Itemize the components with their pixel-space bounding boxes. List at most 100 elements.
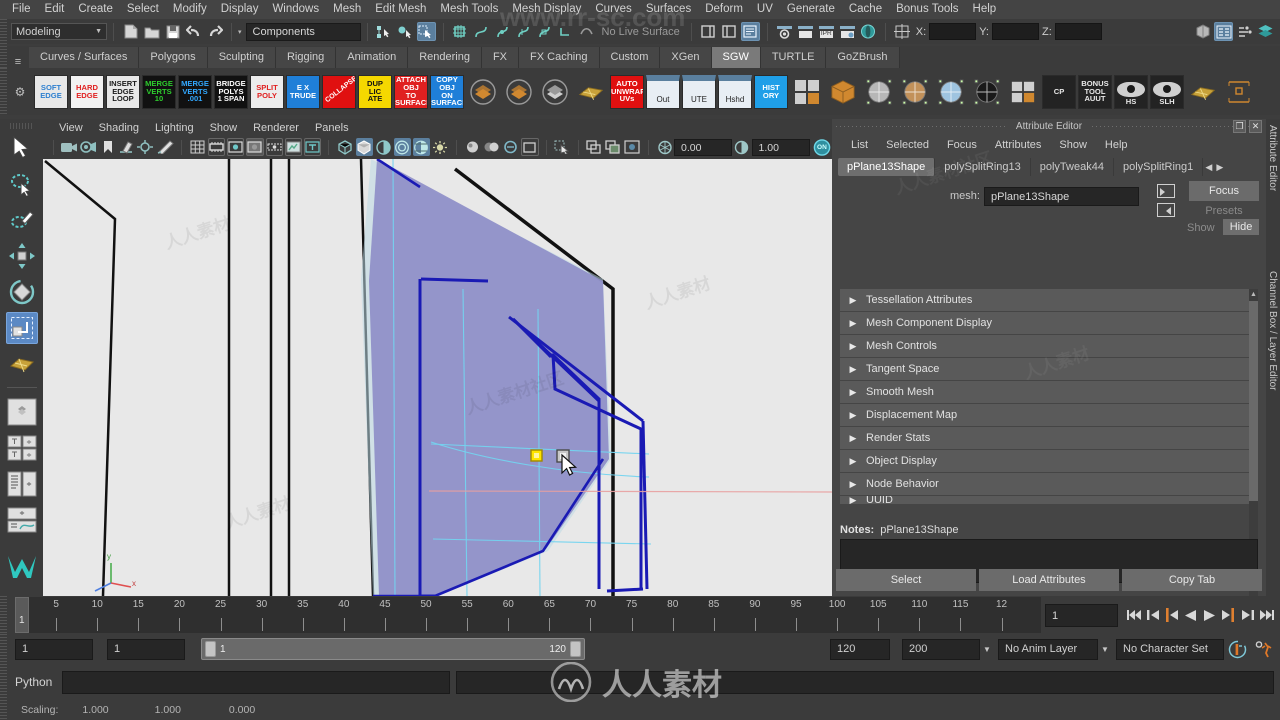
snap-view-plane-icon[interactable] [535, 22, 554, 41]
attribute-section-render-stats[interactable]: ▶ Render Stats [840, 427, 1249, 449]
shelf-tab-polygons[interactable]: Polygons [139, 47, 208, 68]
step-forward-keyframe-icon[interactable] [1238, 605, 1257, 625]
blinn-material-icon[interactable] [934, 75, 968, 109]
motion-blur-icon[interactable] [483, 138, 500, 156]
cube-primitive-icon[interactable] [826, 75, 860, 109]
image-plane-icon[interactable] [118, 138, 135, 156]
load-node-left-icon[interactable] [1157, 184, 1175, 198]
outliner-button[interactable]: Out [646, 74, 680, 109]
expand-triangle-icon[interactable]: ▶ [840, 318, 866, 329]
range-bar[interactable]: 1 120 [201, 638, 585, 660]
shelf-tab-sgw[interactable]: SGW [711, 47, 761, 68]
select-camera-icon[interactable] [61, 138, 78, 156]
shelf-tab-custom[interactable]: Custom [599, 47, 661, 68]
menu-item-windows[interactable]: Windows [265, 0, 326, 19]
undo-icon[interactable] [184, 22, 203, 41]
time-slider-gripper[interactable] [0, 596, 7, 634]
quad-draw-icon[interactable] [1006, 75, 1040, 109]
xray-active-components-icon[interactable] [624, 138, 641, 156]
grid-toggle-icon[interactable] [189, 138, 206, 156]
chevron-down-icon[interactable]: ▾ [238, 28, 246, 36]
attribute-section-tangent-space[interactable]: ▶ Tangent Space [840, 358, 1249, 380]
menu-item-generate[interactable]: Generate [780, 0, 842, 19]
tab-scroll-left-icon[interactable]: ◀ [1203, 162, 1214, 173]
expand-triangle-icon[interactable]: ▶ [840, 364, 866, 375]
menu-item-deform[interactable]: Deform [698, 0, 750, 19]
persp-graph-layout[interactable] [6, 504, 38, 536]
ae-tab-polytweak44[interactable]: polyTweak44 [1031, 158, 1114, 176]
attribute-section-object-display[interactable]: ▶ Object Display [840, 450, 1249, 472]
range-start-handle[interactable] [205, 641, 216, 657]
current-frame-field[interactable]: 1 [1045, 603, 1118, 627]
chevron-down-icon[interactable]: ▼ [1098, 645, 1112, 654]
safe-title-icon[interactable] [304, 138, 322, 156]
uv-layout-icon[interactable] [574, 75, 608, 109]
shelf-menu-icon[interactable]: ≡ [7, 56, 29, 68]
textured-icon[interactable] [393, 138, 411, 156]
shelf-icons-gripper[interactable] [0, 68, 7, 115]
bonus-tool-auut-button[interactable]: BONUS TOOL AUUT [1078, 74, 1112, 109]
safe-action-icon[interactable] [284, 138, 303, 156]
step-back-frame-icon[interactable] [1162, 605, 1181, 625]
scrollbar-thumb[interactable] [1249, 301, 1258, 501]
insert-edge-loop-button[interactable]: INSERT EDGE LOOP [106, 74, 140, 109]
film-origin-icon[interactable] [265, 138, 283, 156]
exposure-icon[interactable] [656, 138, 673, 156]
attribute-section-tessellation-attributes[interactable]: ▶ Tessellation Attributes [840, 289, 1249, 311]
merge-verts-10-button[interactable]: MERGE VERTS 10 [142, 74, 176, 109]
paint-select-tool[interactable] [6, 204, 38, 236]
select-object-icon[interactable] [396, 22, 415, 41]
menu-item-mesh-display[interactable]: Mesh Display [505, 0, 588, 19]
step-forward-frame-icon[interactable] [1219, 605, 1238, 625]
viewport-menu-renderer[interactable]: Renderer [245, 122, 307, 134]
tab-scroll-right-icon[interactable]: ▶ [1214, 162, 1225, 173]
two-d-pan-zoom-icon[interactable] [137, 138, 154, 156]
gamma-icon[interactable] [733, 138, 750, 156]
hs-eye-button[interactable]: HS [1114, 74, 1148, 109]
ae-menu-selected[interactable]: Selected [877, 139, 938, 151]
menu-item-create[interactable]: Create [71, 0, 120, 19]
input-z-field[interactable] [1054, 23, 1102, 40]
expand-triangle-icon[interactable]: ▶ [840, 456, 866, 467]
grease-pencil-icon[interactable] [156, 138, 174, 156]
multisample-icon[interactable] [502, 138, 519, 156]
exposure-field[interactable]: 0.00 [674, 138, 733, 156]
go-to-start-icon[interactable] [1124, 605, 1143, 625]
show-hide-sidebar-left-icon[interactable] [699, 22, 718, 41]
attribute-section-mesh-controls[interactable]: ▶ Mesh Controls [840, 335, 1249, 357]
character-set-field[interactable]: No Character Set [1116, 638, 1224, 660]
delete-lattice-icon[interactable] [1186, 75, 1220, 109]
attach-obj-to-surface-button[interactable]: ATTACH OBJ TO SURFACE [394, 74, 428, 109]
menu-item-edit[interactable]: Edit [38, 0, 72, 19]
ambient-occlusion-icon[interactable] [464, 138, 481, 156]
save-scene-icon[interactable] [163, 22, 182, 41]
show-hide-modeling-toolkit-icon[interactable] [1193, 22, 1212, 41]
separate-mesh-icon[interactable] [502, 75, 536, 109]
auto-keyframe-icon[interactable] [1224, 640, 1250, 659]
undock-icon[interactable]: ❐ [1233, 120, 1246, 133]
checker-material-icon[interactable] [970, 75, 1004, 109]
range-slider-gripper[interactable] [0, 634, 7, 664]
input-y-field[interactable] [991, 23, 1039, 40]
expand-triangle-icon[interactable]: ▶ [840, 295, 866, 306]
current-time-indicator[interactable]: 1 [15, 597, 29, 633]
menu-item-file[interactable]: File [5, 0, 38, 19]
menu-item-surfaces[interactable]: Surfaces [639, 0, 698, 19]
viewport-menu-panels[interactable]: Panels [307, 122, 357, 134]
menu-item-mesh[interactable]: Mesh [326, 0, 368, 19]
scale-tool[interactable] [5, 312, 38, 344]
mirror-geometry-icon[interactable] [538, 75, 572, 109]
viewport-menu-show[interactable]: Show [202, 122, 246, 134]
status-line-gripper[interactable] [0, 19, 7, 44]
menu-item-help[interactable]: Help [966, 0, 1004, 19]
gamma-field[interactable]: 1.00 [751, 138, 810, 156]
attribute-section-node-behavior[interactable]: ▶ Node Behavior [840, 473, 1249, 495]
attribute-section-displacement-map[interactable]: ▶ Displacement Map [840, 404, 1249, 426]
menu-item-display[interactable]: Display [214, 0, 266, 19]
shelf-tab-rendering[interactable]: Rendering [408, 47, 482, 68]
shelf-options-icon[interactable]: ⚙ [7, 85, 33, 99]
lock-camera-icon[interactable] [80, 138, 97, 156]
ae-menu-focus[interactable]: Focus [938, 139, 986, 151]
last-tool-used[interactable] [6, 348, 38, 380]
animation-preferences-icon[interactable] [1250, 640, 1276, 659]
